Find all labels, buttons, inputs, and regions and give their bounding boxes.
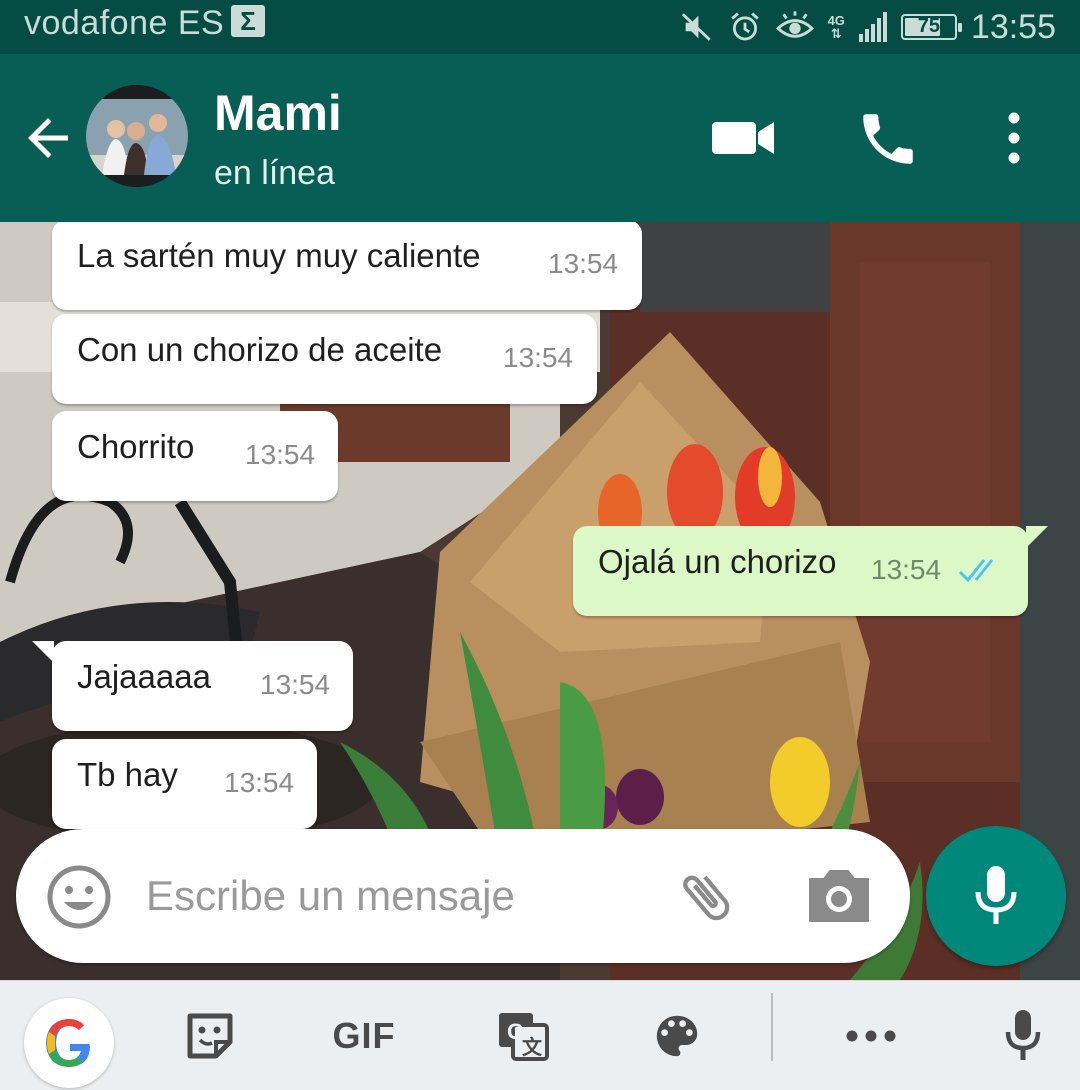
video-call-icon (712, 122, 774, 154)
message-input[interactable] (146, 863, 646, 929)
carrier-badge: Σ (231, 5, 265, 37)
message-text: Chorrito (77, 428, 195, 465)
palette-icon (656, 1015, 698, 1057)
gif-label: GIF (332, 1015, 396, 1056)
more-horiz-icon (846, 1030, 896, 1042)
message-bubble-incoming[interactable]: Jajaaaaa 13:54 (32, 641, 353, 731)
back-arrow-icon (28, 118, 68, 158)
message-time: 13:54 (260, 669, 331, 700)
status-clock: 13:55 (970, 7, 1056, 46)
contact-status: en línea (214, 154, 335, 192)
message-time: 13:54 (245, 439, 316, 470)
battery-level: 75 (917, 15, 941, 37)
read-ticks-icon (958, 559, 994, 583)
network-type-icon: 4G ⇅ (827, 13, 845, 41)
camera-button[interactable] (806, 865, 872, 925)
carrier-name: vodafone ES (24, 4, 225, 42)
message-bubble-outgoing[interactable]: Ojalá un chorizo 13:54 (573, 526, 1048, 616)
translate-icon: G 文 (499, 1013, 549, 1061)
message-bubble-incoming[interactable]: Con un chorizo de aceite 13:54 (52, 314, 597, 404)
message-text: La sartén muy muy caliente (77, 237, 481, 274)
message-text: Con un chorizo de aceite (77, 331, 443, 368)
message-time: 13:54 (548, 248, 619, 279)
mute-icon (681, 13, 711, 41)
message-bubble-incoming[interactable]: Chorrito 13:54 (52, 411, 338, 501)
voice-input-icon (1005, 1010, 1041, 1060)
sticker-icon (187, 1013, 233, 1059)
contact-avatar[interactable] (86, 85, 188, 187)
paperclip-icon (683, 875, 730, 921)
attach-button[interactable] (670, 865, 742, 929)
emoji-icon (47, 865, 111, 929)
voice-call-button[interactable] (855, 106, 921, 172)
emoji-button[interactable] (46, 864, 112, 930)
mic-icon (975, 866, 1017, 924)
keyboard-toolbar: GIF G 文 (0, 980, 1080, 1090)
voice-message-button[interactable] (926, 826, 1066, 966)
message-time: 13:54 (224, 767, 295, 798)
google-search-button[interactable] (24, 998, 114, 1088)
google-icon (46, 1019, 90, 1067)
message-time: 13:54 (871, 554, 942, 585)
bubble-tail (32, 641, 54, 663)
toolbar-divider (771, 993, 773, 1061)
svg-text:文: 文 (522, 1035, 543, 1059)
theme-button[interactable] (646, 981, 708, 1090)
signal-icon (858, 12, 887, 42)
status-bar: vodafone ES Σ 4G ⇅ 75 13:55 (0, 0, 1080, 54)
status-icons: 4G ⇅ 75 13:55 (680, 0, 1056, 54)
gif-button[interactable]: GIF (322, 981, 406, 1090)
phone-icon (863, 114, 913, 164)
message-text: Jajaaaaa (77, 658, 211, 695)
translate-button[interactable]: G 文 (492, 981, 554, 1090)
eye-comfort-icon (775, 11, 814, 38)
video-call-button[interactable] (710, 112, 778, 164)
message-bubble-incoming[interactable]: Tb hay 13:54 (52, 739, 317, 829)
message-composer (16, 829, 910, 963)
bubble-tail (1026, 526, 1048, 548)
contact-name[interactable]: Mami (214, 84, 342, 142)
battery-icon: 75 (900, 14, 962, 40)
message-text: Ojalá un chorizo (598, 543, 837, 580)
sticker-button[interactable] (178, 981, 242, 1090)
more-options-button[interactable] (994, 108, 1034, 168)
message-text: Tb hay (77, 756, 178, 793)
more-vert-icon (1008, 112, 1020, 164)
more-tools-button[interactable] (840, 981, 902, 1090)
voice-input-button[interactable] (996, 981, 1050, 1090)
back-button[interactable] (18, 108, 78, 168)
avatar-photo (86, 85, 188, 187)
alarm-icon (730, 12, 759, 41)
chat-header: Mami en línea (0, 54, 1080, 222)
message-bubble-incoming[interactable]: La sartén muy muy caliente 13:54 (52, 222, 642, 310)
message-time: 13:54 (503, 342, 574, 373)
camera-icon (809, 870, 869, 922)
